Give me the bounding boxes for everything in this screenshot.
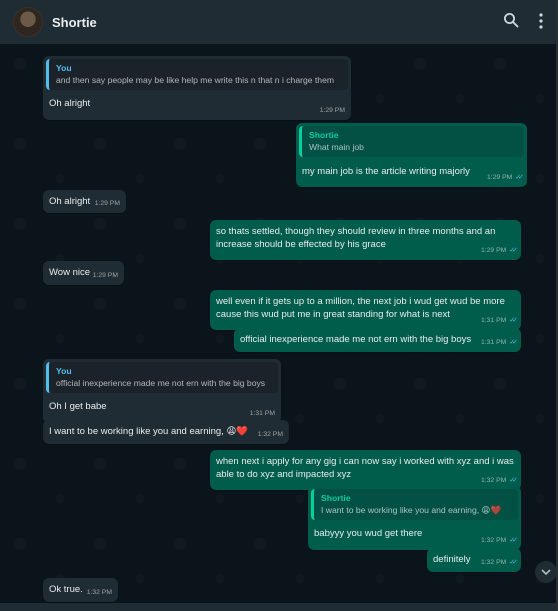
message-time: 1:29 PM [319,107,345,114]
double-check-icon: ✓✓ [509,339,518,346]
quoted-message[interactable]: You official inexperience made me not er… [46,362,278,393]
message-bubble-outgoing[interactable]: definitely 1:32 PM ✓✓ [427,548,521,572]
message-bubble-incoming[interactable]: I want to be working like you and earnin… [43,420,289,444]
message-bubble-outgoing[interactable]: so thats settled, though they should rev… [210,220,521,260]
message-text: I want to be working like you and earnin… [49,426,249,437]
message-bubble-incoming[interactable]: Oh alright 1:29 PM [43,190,126,213]
quote-author: Shortie [321,493,351,503]
double-check-icon: ✓✓ [515,174,524,181]
quote-author: You [56,366,72,376]
quote-author: You [56,63,72,73]
composer-bar [0,603,556,611]
message-time: 1:32 PM [480,537,507,544]
message-bubble-outgoing[interactable]: Shortie What main job my main job is the… [296,123,527,187]
quote-text: What main job [309,142,364,152]
message-time: 1:32 PM [480,559,507,566]
quote-text: and then say people may be like help me … [56,75,335,85]
message-text: official inexperience made me not ern wi… [240,334,472,345]
message-text: well even if it gets up to a million, th… [216,296,508,320]
message-text: when next i apply for any gig i can now … [216,456,517,480]
message-list[interactable]: You and then say people may be like help… [0,44,556,611]
double-check-icon: ✓✓ [509,537,518,544]
message-time: 1:32 PM [257,431,283,438]
message-time: 1:29 PM [94,200,120,207]
message-time: 1:29 PM [92,272,118,279]
quote-text: official inexperience made me not ern wi… [56,378,266,388]
message-time: 1:31 PM [249,410,275,417]
quote-author: Shortie [309,130,339,140]
chat-window: Shortie You and then say people may be l… [0,0,558,611]
message-bubble-incoming[interactable]: Ok true. 1:32 PM [43,578,118,602]
message-bubble-incoming[interactable]: Wow nice 1:29 PM [43,261,124,285]
message-bubble-outgoing[interactable]: official inexperience made me not ern wi… [234,328,521,352]
double-check-icon: ✓✓ [509,247,518,254]
message-time: 1:32 PM [86,589,112,596]
message-time: 1:31 PM [480,339,507,346]
message-bubble-outgoing[interactable]: well even if it gets up to a million, th… [210,290,521,330]
contact-avatar[interactable] [13,7,43,37]
quoted-message[interactable]: Shortie I want to be working like you an… [311,489,518,520]
quoted-message[interactable]: Shortie What main job [299,126,524,157]
double-check-icon: ✓✓ [509,559,518,566]
quote-text: I want to be working like you and earnin… [321,505,502,515]
message-bubble-incoming[interactable]: You official inexperience made me not er… [43,359,281,423]
message-time: 1:29 PM [480,247,507,254]
message-time: 1:31 PM [480,317,507,324]
double-check-icon: ✓✓ [509,317,518,324]
message-time: 1:29 PM [486,174,513,181]
message-text: Oh I get babe [49,401,107,412]
message-bubble-outgoing[interactable]: when next i apply for any gig i can now … [210,450,521,490]
chat-header: Shortie [0,0,556,44]
message-text: Oh alright [49,98,91,109]
message-bubble-incoming[interactable]: You and then say people may be like help… [43,56,351,120]
message-bubble-outgoing[interactable]: Shortie I want to be working like you an… [308,486,521,550]
chevron-down-icon[interactable] [535,561,556,583]
contact-name[interactable]: Shortie [52,15,97,30]
message-text: so thats settled, though they should rev… [216,226,499,250]
quoted-message[interactable]: You and then say people may be like help… [46,59,348,90]
search-icon[interactable] [503,12,519,33]
kebab-menu-icon[interactable] [538,12,544,35]
